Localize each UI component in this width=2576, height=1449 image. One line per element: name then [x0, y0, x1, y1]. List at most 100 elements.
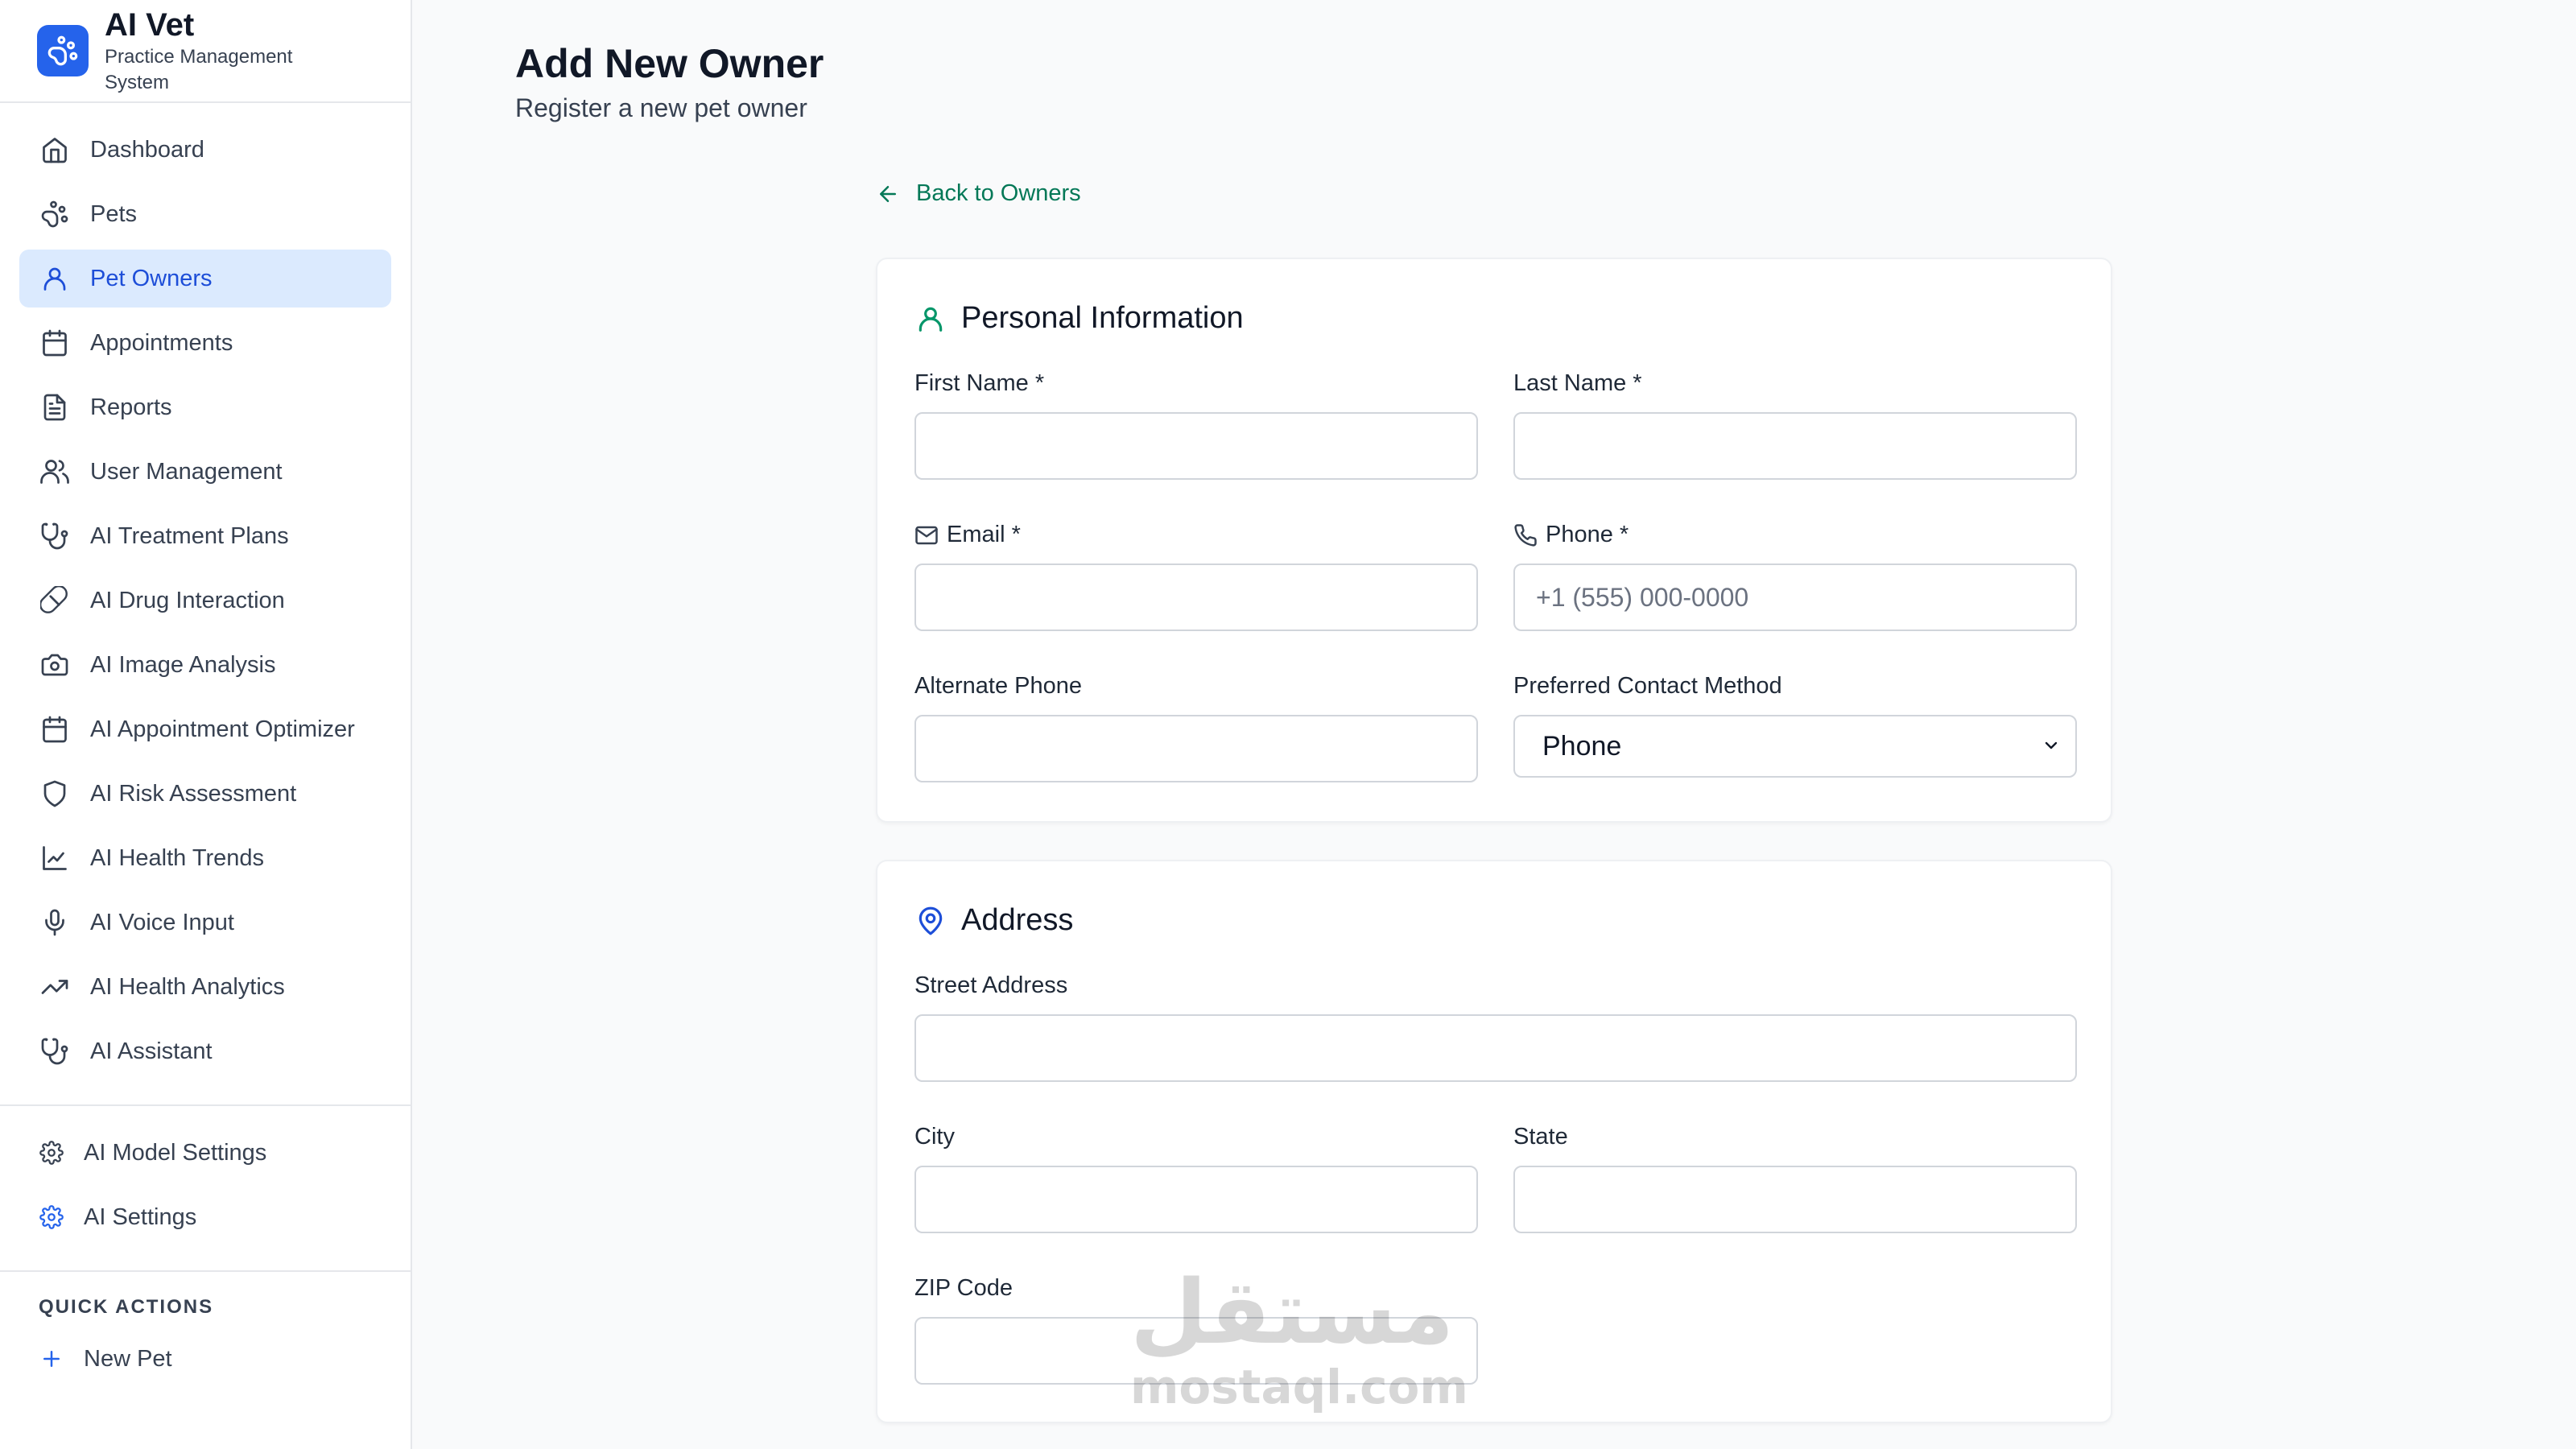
preferred-contact-value: Phone [1542, 730, 1622, 762]
main-content: Add New Owner Register a new pet owner B… [414, 0, 2576, 1449]
email-label: Email * [914, 522, 1021, 548]
stethoscope-icon [39, 520, 71, 552]
sidebar-item-user-management[interactable]: User Management [19, 443, 391, 501]
city-input[interactable] [914, 1166, 1478, 1233]
chevron-down-icon [2041, 731, 2061, 762]
trending-up-icon [39, 971, 71, 1003]
gear-icon [39, 1204, 64, 1230]
users-icon [39, 456, 71, 488]
sidebar: AI Vet Practice Management System Dashbo… [0, 0, 412, 1449]
address-card: Address Street Address City State ZIP Co… [876, 860, 2112, 1423]
sidebar-item-label: AI Voice Input [90, 909, 234, 935]
sidebar-item-label: Reports [90, 394, 172, 420]
sidebar-item-label: AI Image Analysis [90, 651, 276, 678]
first-name-label: First Name * [914, 370, 1045, 396]
alternate-phone-label: Alternate Phone [914, 673, 1082, 699]
sidebar-item-ai-risk-assessment[interactable]: AI Risk Assessment [19, 765, 391, 823]
email-input[interactable] [914, 564, 1478, 631]
sidebar-item-label: AI Model Settings [84, 1139, 267, 1166]
sidebar-item-reports[interactable]: Reports [19, 378, 391, 436]
sidebar-item-ai-treatment-plans[interactable]: AI Treatment Plans [19, 507, 391, 565]
sidebar-item-label: AI Health Analytics [90, 973, 285, 1000]
paw-icon [39, 198, 71, 230]
file-text-icon [39, 391, 71, 423]
sidebar-item-appointments[interactable]: Appointments [19, 314, 391, 372]
plus-icon [39, 1346, 64, 1372]
address-heading: Address [914, 903, 1073, 938]
page-title: Add New Owner [515, 41, 824, 86]
personal-information-heading: Personal Information [914, 301, 1244, 336]
last-name-label: Last Name * [1513, 370, 1642, 396]
line-chart-icon [39, 842, 71, 874]
home-icon [39, 134, 71, 166]
back-link-label: Back to Owners [916, 180, 1081, 206]
app-subtitle: Practice Management System [105, 46, 293, 93]
quick-action-new-pet[interactable]: New Pet [19, 1330, 391, 1388]
sidebar-item-label: Dashboard [90, 136, 204, 163]
sidebar-item-ai-model-settings[interactable]: AI Model Settings [19, 1124, 391, 1182]
settings-nav: AI Model Settings AI Settings [0, 1106, 411, 1270]
street-address-label: Street Address [914, 972, 1068, 998]
sidebar-item-ai-image-analysis[interactable]: AI Image Analysis [19, 636, 391, 694]
state-label: State [1513, 1124, 1568, 1150]
paw-logo-icon [37, 25, 89, 76]
preferred-contact-label: Preferred Contact Method [1513, 673, 1782, 699]
calendar-icon [39, 713, 71, 745]
email-label-text: Email * [947, 522, 1021, 547]
user-icon [39, 262, 71, 295]
gear-icon [39, 1140, 64, 1166]
sidebar-item-ai-health-trends[interactable]: AI Health Trends [19, 829, 391, 887]
phone-label-text: Phone * [1546, 522, 1629, 547]
app-title: AI Vet [105, 7, 195, 43]
personal-information-card: Personal Information First Name * Last N… [876, 258, 2112, 823]
sidebar-item-dashboard[interactable]: Dashboard [19, 121, 391, 179]
phone-input[interactable] [1513, 564, 2077, 631]
alternate-phone-input[interactable] [914, 715, 1478, 782]
user-icon [914, 303, 947, 335]
phone-icon [1513, 522, 1539, 548]
zip-code-input[interactable] [914, 1317, 1478, 1385]
zip-code-label: ZIP Code [914, 1275, 1013, 1301]
sidebar-item-label: Appointments [90, 329, 233, 356]
sidebar-item-label: AI Settings [84, 1203, 197, 1230]
street-address-input[interactable] [914, 1014, 2077, 1082]
quick-actions-nav: New Pet [0, 1330, 411, 1412]
camera-icon [39, 649, 71, 681]
main-nav: Dashboard Pets Pet Owners Appointments R… [0, 103, 411, 1104]
state-input[interactable] [1513, 1166, 2077, 1233]
mail-icon [914, 522, 940, 548]
sidebar-item-label: AI Risk Assessment [90, 780, 297, 807]
preferred-contact-select[interactable]: Phone [1513, 715, 2077, 778]
sidebar-item-ai-assistant[interactable]: AI Assistant [19, 1022, 391, 1080]
quick-action-label: New Pet [84, 1345, 172, 1372]
sidebar-item-label: AI Assistant [90, 1038, 213, 1064]
pill-icon [39, 584, 71, 617]
sidebar-item-label: Pets [90, 200, 138, 227]
sidebar-item-label: AI Drug Interaction [90, 587, 285, 613]
back-to-owners-link[interactable]: Back to Owners [876, 180, 1081, 207]
shield-icon [39, 778, 71, 810]
calendar-icon [39, 327, 71, 359]
sidebar-item-label: AI Treatment Plans [90, 522, 289, 549]
city-label: City [914, 1124, 955, 1150]
stethoscope-icon [39, 1035, 71, 1067]
brand-header: AI Vet Practice Management System [0, 0, 411, 103]
sidebar-item-ai-settings[interactable]: AI Settings [19, 1188, 391, 1246]
arrow-left-icon [880, 185, 896, 202]
first-name-input[interactable] [914, 412, 1478, 480]
sidebar-item-label: Pet Owners [90, 265, 213, 291]
sidebar-item-ai-appointment-optimizer[interactable]: AI Appointment Optimizer [19, 700, 391, 758]
sidebar-item-ai-drug-interaction[interactable]: AI Drug Interaction [19, 572, 391, 630]
phone-label: Phone * [1513, 522, 1629, 548]
sidebar-item-pets[interactable]: Pets [19, 185, 391, 243]
last-name-input[interactable] [1513, 412, 2077, 480]
page-subtitle: Register a new pet owner [515, 93, 807, 122]
sidebar-item-ai-voice-input[interactable]: AI Voice Input [19, 894, 391, 952]
map-pin-icon [914, 905, 947, 937]
sidebar-item-pet-owners[interactable]: Pet Owners [19, 250, 391, 308]
quick-actions-heading: QUICK ACTIONS [39, 1296, 214, 1318]
microphone-icon [39, 906, 71, 939]
sidebar-item-label: AI Appointment Optimizer [90, 716, 355, 742]
sidebar-item-label: AI Health Trends [90, 844, 264, 871]
sidebar-item-ai-health-analytics[interactable]: AI Health Analytics [19, 958, 391, 1016]
